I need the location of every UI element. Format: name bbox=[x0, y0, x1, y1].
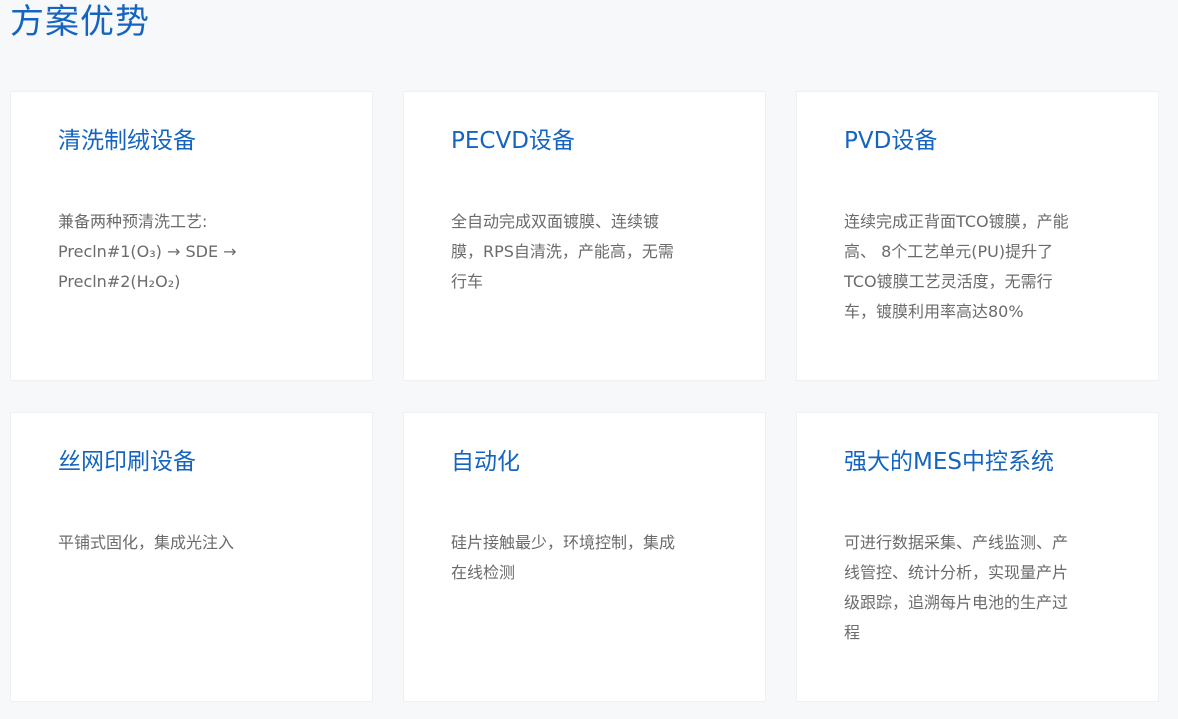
card-description-line: 膜，RPS自清洗，产能高，无需 bbox=[451, 242, 674, 261]
card-description: 连续完成正背面TCO镀膜，产能 高、 8个工艺单元(PU)提升了 TCO镀膜工艺… bbox=[844, 207, 1100, 327]
card-title: 自动化 bbox=[451, 449, 520, 475]
advantage-card-mes-system: 强大的MES中控系统 可进行数据采集、产线监测、产 线管控、统计分析，实现量产片… bbox=[796, 412, 1159, 702]
card-title: 强大的MES中控系统 bbox=[844, 449, 1054, 475]
advantage-card-screen-printing: 丝网印刷设备 平铺式固化，集成光注入 bbox=[10, 412, 373, 702]
card-description-line: 行车 bbox=[451, 272, 484, 291]
card-title: PECVD设备 bbox=[451, 128, 575, 154]
card-description-line: 可进行数据采集、产线监测、产 bbox=[844, 533, 1069, 552]
card-description: 全自动完成双面镀膜、连续镀 膜，RPS自清洗，产能高，无需 行车 bbox=[451, 207, 707, 297]
card-description-line: Precln#1(O₃) → SDE → bbox=[58, 242, 237, 261]
card-description-line: TCO镀膜工艺灵活度，无需行 bbox=[844, 272, 1053, 291]
advantage-card-automation: 自动化 硅片接触最少，环境控制，集成 在线检测 bbox=[403, 412, 766, 702]
card-description-line: 级跟踪，追溯每片电池的生产过 bbox=[844, 593, 1069, 612]
page-title: 方案优势 bbox=[10, 2, 150, 42]
card-description-line: 平铺式固化，集成光注入 bbox=[58, 533, 235, 552]
card-description: 兼备两种预清洗工艺: Precln#1(O₃) → SDE → Precln#2… bbox=[58, 207, 314, 297]
card-title: 清洗制绒设备 bbox=[58, 128, 196, 154]
card-description-line: 硅片接触最少，环境控制，集成 bbox=[451, 533, 676, 552]
card-description: 可进行数据采集、产线监测、产 线管控、统计分析，实现量产片 级跟踪，追溯每片电池… bbox=[844, 528, 1100, 648]
card-description-line: 兼备两种预清洗工艺: bbox=[58, 212, 208, 231]
card-description-line: 线管控、统计分析，实现量产片 bbox=[844, 563, 1069, 582]
card-description: 硅片接触最少，环境控制，集成 在线检测 bbox=[451, 528, 707, 588]
card-description-line: Precln#2(H₂O₂) bbox=[58, 272, 181, 291]
advantage-card-cleaning-texturing: 清洗制绒设备 兼备两种预清洗工艺: Precln#1(O₃) → SDE → P… bbox=[10, 91, 373, 381]
card-description-line: 车，镀膜利用率高达80% bbox=[844, 302, 1024, 321]
card-description-line: 全自动完成双面镀膜、连续镀 bbox=[451, 212, 660, 231]
card-description-line: 高、 8个工艺单元(PU)提升了 bbox=[844, 242, 1054, 261]
card-description: 平铺式固化，集成光注入 bbox=[58, 528, 314, 558]
solution-advantages-section: 方案优势 清洗制绒设备 兼备两种预清洗工艺: Precln#1(O₃) → SD… bbox=[0, 0, 1178, 719]
advantage-card-pecvd: PECVD设备 全自动完成双面镀膜、连续镀 膜，RPS自清洗，产能高，无需 行车 bbox=[403, 91, 766, 381]
card-description-line: 连续完成正背面TCO镀膜，产能 bbox=[844, 212, 1069, 231]
card-description-line: 在线检测 bbox=[451, 563, 516, 582]
advantage-card-pvd: PVD设备 连续完成正背面TCO镀膜，产能 高、 8个工艺单元(PU)提升了 T… bbox=[796, 91, 1159, 381]
card-title: 丝网印刷设备 bbox=[58, 449, 196, 475]
card-description-line: 程 bbox=[844, 623, 861, 642]
card-title: PVD设备 bbox=[844, 128, 938, 154]
advantages-grid: 清洗制绒设备 兼备两种预清洗工艺: Precln#1(O₃) → SDE → P… bbox=[10, 91, 1159, 702]
